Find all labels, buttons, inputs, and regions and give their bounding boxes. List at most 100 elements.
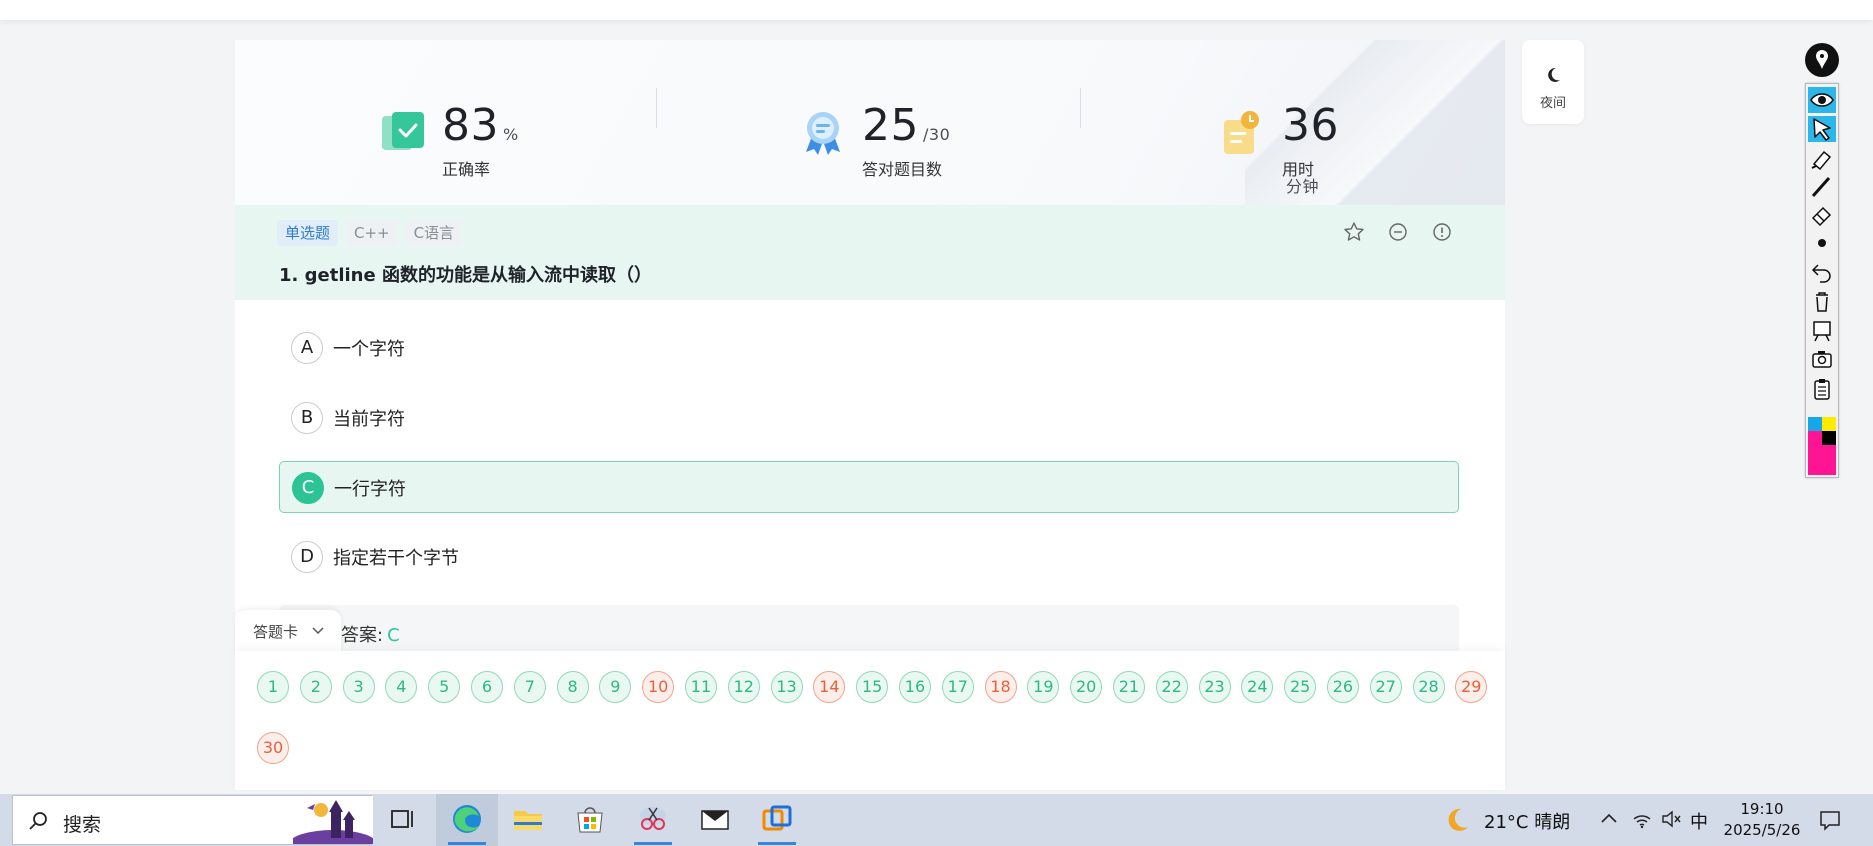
remove-icon[interactable] [1387, 221, 1409, 243]
notification-icon[interactable] [1818, 808, 1842, 832]
option-c-letter: C [292, 472, 324, 504]
task-view-icon[interactable] [386, 802, 420, 836]
undo-icon[interactable] [1808, 259, 1836, 285]
answer-sheet-item[interactable]: 13 [770, 671, 803, 703]
clock-document-icon [1224, 111, 1259, 154]
option-a-letter: A [291, 332, 323, 364]
remote-app-icon[interactable] [760, 802, 794, 836]
option-a[interactable]: A 一个字符 [279, 322, 1459, 374]
wifi-icon[interactable] [1631, 808, 1653, 830]
highlighter-icon[interactable] [1808, 146, 1836, 172]
answer-sheet-item[interactable]: 1 [257, 671, 289, 703]
stat-time-label: 用时 [1282, 160, 1315, 179]
eye-icon[interactable] [1808, 87, 1836, 113]
answer-sheet-toggle[interactable]: 答题卡 [235, 610, 341, 654]
answer-sheet-item[interactable]: 15 [856, 671, 889, 703]
option-a-text: 一个字符 [333, 339, 405, 360]
answer-sheet-item[interactable]: 21 [1112, 671, 1145, 703]
answer-sheet-item[interactable]: 17 [941, 671, 974, 703]
answer-sheet-grid: 1 2 3 4 5 6 7 8 9 10 11 12 13 14 15 16 17 18 19 20 21 22 23 24 2… [257, 671, 1497, 764]
answer-sheet-item[interactable]: 6 [470, 671, 503, 703]
answer-sheet-item[interactable]: 3 [342, 671, 375, 703]
option-c-text: 一行字符 [334, 479, 406, 500]
answer-sheet-item[interactable]: 11 [684, 671, 717, 703]
mail-icon[interactable] [698, 802, 732, 836]
remote-app-indicator [758, 842, 796, 845]
stats-divider [656, 88, 657, 128]
file-explorer-icon[interactable] [511, 802, 545, 836]
answer-sheet-item[interactable]: 14 [813, 671, 846, 703]
answer-sheet-item[interactable]: 5 [428, 671, 461, 703]
answer-sheet-item[interactable]: 12 [727, 671, 760, 703]
answer-sheet-item[interactable]: 26 [1326, 671, 1359, 703]
option-c[interactable]: C 一行字符 [279, 461, 1459, 513]
answer-sheet-item[interactable]: 23 [1198, 671, 1231, 703]
tag-question-type: 单选题 [277, 220, 339, 246]
answer-sheet-item[interactable]: 20 [1070, 671, 1103, 703]
answer-sheet-item[interactable]: 19 [1027, 671, 1060, 703]
answer-sheet-item[interactable]: 2 [299, 671, 332, 703]
answer-sheet-item[interactable]: 27 [1369, 671, 1402, 703]
answer-sheet-item[interactable]: 24 [1241, 671, 1274, 703]
answer-sheet-item[interactable]: 29 [1455, 671, 1488, 703]
answer-sheet-item[interactable]: 16 [898, 671, 931, 703]
search-icon [29, 812, 47, 830]
taskbar-search[interactable]: 搜索 [12, 795, 373, 845]
night-mode-button[interactable]: 夜间 [1522, 40, 1584, 124]
volume-muted-icon[interactable] [1660, 808, 1682, 830]
check-card-icon [382, 112, 424, 150]
option-b-text: 当前字符 [333, 409, 405, 430]
snipping-tool-icon[interactable] [636, 802, 670, 836]
edge-browser-icon[interactable] [450, 802, 484, 836]
medal-icon [806, 112, 840, 155]
answer-sheet-item[interactable]: 30 [257, 732, 289, 764]
chevron-up-icon[interactable] [1598, 808, 1620, 830]
question-title: 1. getline 函数的功能是从输入流中读取（） [279, 265, 652, 286]
camera-icon[interactable] [1808, 346, 1836, 372]
taskbar-clock[interactable]: 19:10 2025/5/26 [1722, 799, 1802, 841]
answer-label: 答案: C [341, 625, 400, 646]
answer-sheet-item[interactable]: 25 [1284, 671, 1317, 703]
moon-weather-icon [1448, 808, 1468, 831]
star-icon[interactable] [1343, 221, 1365, 243]
answer-box: 答案: C [279, 605, 1459, 655]
eraser-icon[interactable] [1808, 202, 1836, 228]
clipboard-icon[interactable] [1808, 376, 1836, 402]
answer-value: C [387, 625, 400, 646]
trash-icon[interactable] [1808, 288, 1836, 314]
night-mode-label: 夜间 [1539, 96, 1566, 111]
pin-icon[interactable] [1805, 43, 1839, 77]
stat-accuracy-label: 正确率 [442, 160, 491, 179]
microsoft-store-icon[interactable] [573, 802, 607, 836]
cursor-icon[interactable] [1808, 116, 1836, 142]
clock-time: 19:10 [1740, 800, 1784, 818]
castle-illustration [293, 796, 373, 844]
answer-sheet-item[interactable]: 18 [984, 671, 1017, 703]
answer-sheet-item[interactable]: 9 [599, 671, 632, 703]
annotation-toolbar [1805, 83, 1839, 478]
top-bar [0, 0, 1873, 20]
dot-icon[interactable] [1808, 230, 1836, 256]
option-b[interactable]: B 当前字符 [279, 392, 1459, 444]
stat-correct-value: 25/30 [862, 100, 951, 151]
answer-sheet-item[interactable]: 28 [1412, 671, 1445, 703]
color-palette[interactable] [1808, 417, 1836, 475]
whiteboard-icon[interactable] [1808, 318, 1836, 344]
answer-sheet-item[interactable]: 10 [642, 671, 675, 703]
answer-sheet-item[interactable]: 4 [385, 671, 418, 703]
snipping-active-indicator [634, 842, 672, 845]
tag-c-language: C语言 [405, 220, 463, 246]
input-method-indicator[interactable]: 中 [1690, 808, 1708, 834]
option-d[interactable]: D 指定若干个字节 [279, 531, 1459, 583]
report-icon[interactable] [1431, 221, 1453, 243]
search-placeholder: 搜索 [63, 814, 102, 836]
option-d-letter: D [291, 541, 323, 573]
stat-correct-label: 答对题目数 [862, 160, 943, 179]
question-header: 单选题 C++ C语言 1. getline 函数的功能是从输入流中读取（） [235, 205, 1505, 300]
answer-sheet-item[interactable]: 22 [1155, 671, 1188, 703]
answer-sheet-item[interactable]: 7 [513, 671, 546, 703]
pen-icon[interactable] [1808, 174, 1836, 200]
option-d-text: 指定若干个字节 [333, 548, 459, 569]
option-b-letter: B [291, 402, 323, 434]
answer-sheet-item[interactable]: 8 [556, 671, 589, 703]
